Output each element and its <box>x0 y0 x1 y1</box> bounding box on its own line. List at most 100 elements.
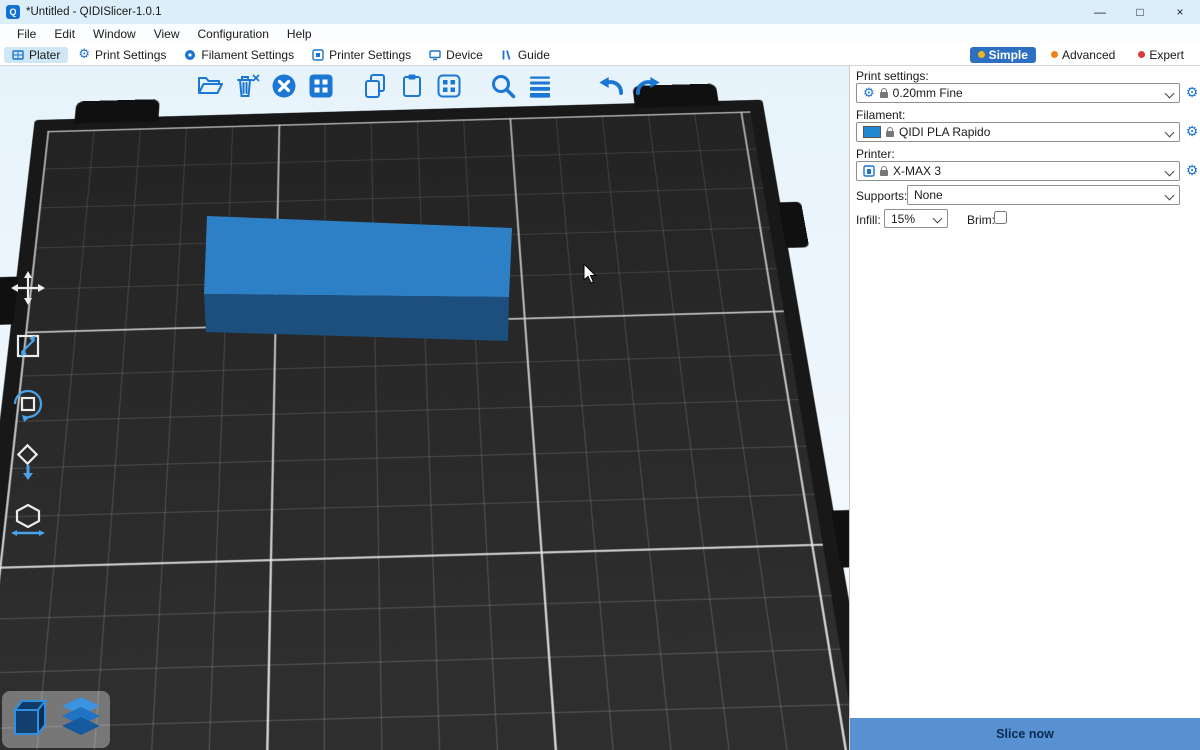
maximize-button[interactable]: □ <box>1120 0 1160 24</box>
filament-color-swatch <box>863 126 881 138</box>
brim-label: Brim: <box>967 213 995 227</box>
printer-gear-button[interactable]: ⚙ <box>1184 163 1200 179</box>
cut-icon[interactable] <box>8 500 48 540</box>
chevron-down-icon <box>1165 127 1175 137</box>
print-settings-label: Print settings: <box>856 69 929 83</box>
simple-mode-dot-icon <box>978 51 985 58</box>
menu-configuration[interactable]: Configuration <box>189 27 278 41</box>
move-icon[interactable] <box>8 268 48 308</box>
lock-icon <box>880 92 888 98</box>
chevron-down-icon <box>1165 166 1175 176</box>
app-icon: Q <box>6 5 20 19</box>
tab-filament-settings[interactable]: Filament Settings <box>176 47 302 63</box>
printer-icon <box>863 165 875 177</box>
tab-device[interactable]: Device <box>421 47 491 63</box>
tab-printer-settings[interactable]: Printer Settings <box>304 47 419 63</box>
printer-label: Printer: <box>856 147 895 161</box>
filament-combo[interactable]: QIDI PLA Rapido <box>856 122 1180 142</box>
qidislicer-window: Q *Untitled - QIDISlicer-1.0.1 — □ × Fil… <box>0 0 1200 750</box>
menu-window[interactable]: Window <box>84 27 145 41</box>
print-bed[interactable] <box>35 100 770 750</box>
advanced-mode-dot-icon <box>1051 51 1058 58</box>
lock-icon <box>886 131 894 137</box>
supports-combo[interactable]: None <box>907 185 1180 205</box>
place-on-face-icon[interactable] <box>8 442 48 482</box>
gear-icon: ⚙ <box>863 87 875 100</box>
infill-label: Infill: <box>856 213 881 227</box>
undo-icon[interactable] <box>597 72 625 100</box>
paste-icon[interactable] <box>398 72 426 100</box>
settings-sidebar: Print settings: ⚙ 0.20mm Fine ⚙ Filament… <box>849 66 1200 750</box>
tab-label: Printer Settings <box>329 48 411 62</box>
tab-label: Filament Settings <box>201 48 294 62</box>
tab-label: Guide <box>518 48 550 62</box>
gizmo-toolbar <box>8 268 48 540</box>
title-bar: Q *Untitled - QIDISlicer-1.0.1 — □ × <box>0 0 1200 24</box>
tab-label: Plater <box>29 48 60 62</box>
guide-icon <box>501 49 513 61</box>
chevron-down-icon <box>1165 88 1175 98</box>
menu-bar: File Edit Window View Configuration Help <box>0 24 1200 44</box>
chevron-down-icon <box>933 214 943 224</box>
filament-gear-button[interactable]: ⚙ <box>1184 124 1200 140</box>
menu-help[interactable]: Help <box>278 27 321 41</box>
tab-label: Device <box>446 48 483 62</box>
infill-combo[interactable]: 15% <box>884 209 948 228</box>
plater-icon <box>12 49 24 61</box>
supports-value: None <box>914 188 943 202</box>
lock-icon <box>880 170 888 176</box>
printer-settings-icon <box>312 49 324 61</box>
tab-label: Print Settings <box>95 48 166 62</box>
print-settings-gear-button[interactable]: ⚙ <box>1184 85 1200 101</box>
plater-toolbar <box>196 72 662 100</box>
menu-file[interactable]: File <box>8 27 45 41</box>
supports-label: Supports: <box>856 189 907 203</box>
scale-icon[interactable] <box>8 326 48 366</box>
chevron-down-icon <box>1165 190 1175 200</box>
slice-now-button[interactable]: Slice now <box>850 718 1200 750</box>
device-icon <box>429 49 441 61</box>
bed-clip <box>778 202 809 248</box>
mode-label: Expert <box>1149 48 1184 62</box>
tab-print-settings[interactable]: ⚙ Print Settings <box>70 47 174 63</box>
mode-switcher: Simple Advanced Expert <box>970 47 1200 63</box>
print-settings-combo[interactable]: ⚙ 0.20mm Fine <box>856 83 1180 103</box>
redo-icon[interactable] <box>634 72 662 100</box>
split-to-objects-icon[interactable] <box>435 72 463 100</box>
view-switcher <box>2 691 110 748</box>
print-settings-value: 0.20mm Fine <box>893 86 963 100</box>
bed-clip <box>831 510 850 568</box>
rotate-icon[interactable] <box>8 384 48 424</box>
mode-label: Advanced <box>1062 48 1115 62</box>
arrange-icon[interactable] <box>307 72 335 100</box>
open-icon[interactable] <box>196 72 224 100</box>
3d-editor-view-icon[interactable] <box>8 695 50 744</box>
printer-combo[interactable]: X-MAX 3 <box>856 161 1180 181</box>
expert-mode-dot-icon <box>1138 51 1145 58</box>
printer-value: X-MAX 3 <box>893 164 941 178</box>
mode-expert[interactable]: Expert <box>1130 47 1192 63</box>
print-settings-icon: ⚙ <box>78 48 90 61</box>
window-title: *Untitled - QIDISlicer-1.0.1 <box>26 6 162 18</box>
mode-label: Simple <box>989 48 1028 62</box>
search-icon[interactable] <box>489 72 517 100</box>
tab-guide[interactable]: Guide <box>493 47 558 63</box>
filament-label: Filament: <box>856 108 905 122</box>
filament-settings-icon <box>184 49 196 61</box>
delete-icon[interactable] <box>233 72 261 100</box>
brim-checkbox[interactable] <box>994 211 1007 224</box>
close-button[interactable]: × <box>1160 0 1200 24</box>
filament-value: QIDI PLA Rapido <box>899 125 990 139</box>
mode-advanced[interactable]: Advanced <box>1043 47 1123 63</box>
scene-3d-viewport[interactable] <box>0 66 850 750</box>
bed-clip <box>74 99 160 124</box>
menu-edit[interactable]: Edit <box>45 27 84 41</box>
mode-simple[interactable]: Simple <box>970 47 1036 63</box>
delete-all-icon[interactable] <box>270 72 298 100</box>
variable-layer-height-icon[interactable] <box>526 72 554 100</box>
tab-plater[interactable]: Plater <box>4 47 68 63</box>
minimize-button[interactable]: — <box>1080 0 1120 24</box>
preview-layers-view-icon[interactable] <box>58 695 104 744</box>
menu-view[interactable]: View <box>145 27 189 41</box>
copy-icon[interactable] <box>361 72 389 100</box>
